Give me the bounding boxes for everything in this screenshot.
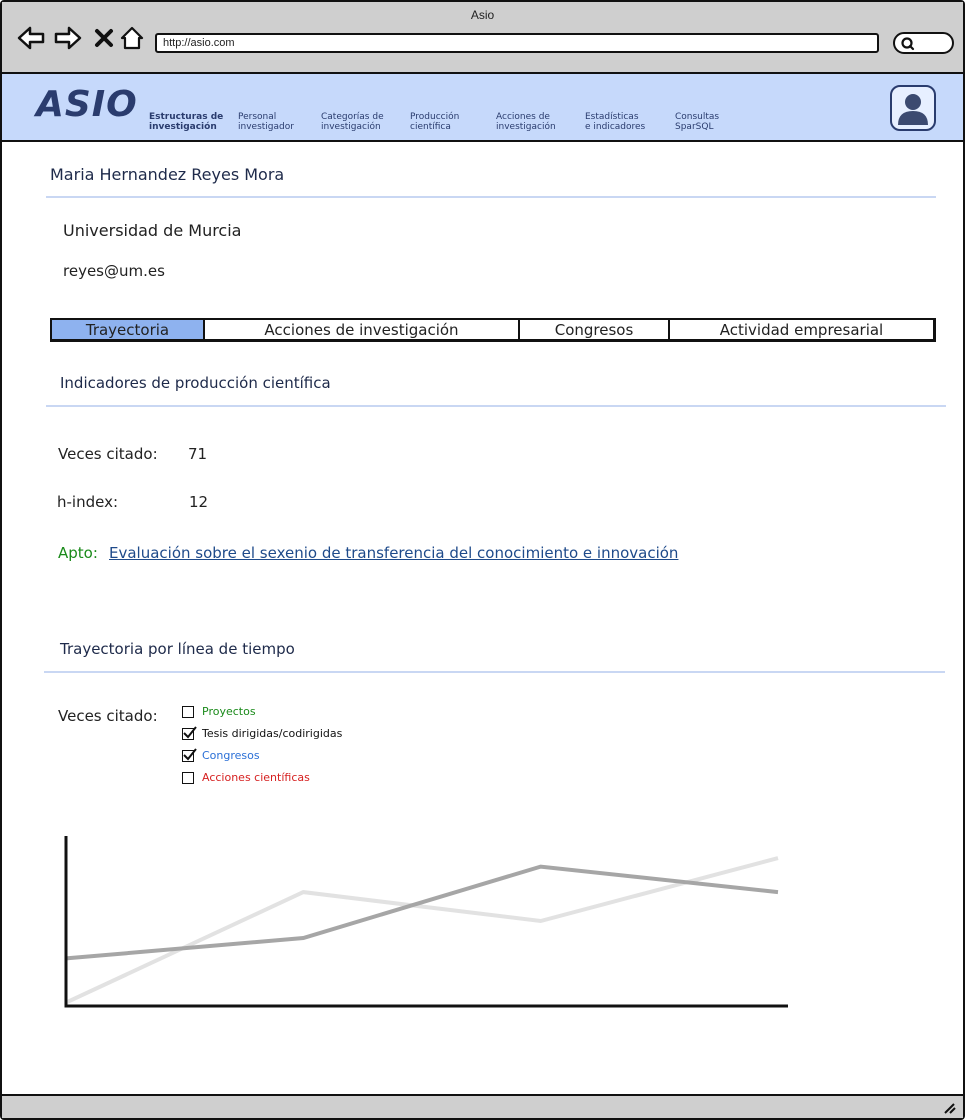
nav-estructuras[interactable]: Estructuras de investigación: [149, 112, 223, 132]
divider: [46, 196, 936, 198]
checkbox[interactable]: [182, 771, 194, 784]
filter-label: Congresos: [202, 749, 260, 762]
divider: [46, 405, 946, 407]
window-title: Asio: [470, 8, 495, 22]
browser-window: Asio http://asio.com ASIO Estructuras de…: [0, 0, 965, 1120]
filter-congresos[interactable]: Congresos: [182, 747, 260, 762]
tab-bar: Trayectoria Acciones de investigación Co…: [50, 318, 936, 342]
divider: [44, 671, 945, 673]
timeline-chart: [64, 836, 788, 1008]
checkbox-checked[interactable]: [182, 747, 197, 762]
nav-consultas[interactable]: Consultas SparSQL: [675, 112, 719, 132]
checkmark-icon: [183, 747, 197, 760]
person-name: Maria Hernandez Reyes Mora: [50, 165, 285, 184]
filter-label: Proyectos: [202, 705, 256, 718]
hindex-value: 12: [189, 493, 209, 511]
app-header: ASIO Estructuras de investigación Person…: [2, 74, 963, 142]
filter-label: Acciones científicas: [202, 771, 310, 784]
hindex-label: h-index:: [57, 493, 119, 511]
filter-proyectos[interactable]: Proyectos: [182, 705, 256, 718]
user-avatar-icon[interactable]: [890, 85, 936, 131]
citations-label: Veces citado:: [58, 445, 158, 463]
nav-estadisticas[interactable]: Estadísticas e indicadores: [585, 112, 645, 132]
app-logo[interactable]: ASIO: [36, 84, 138, 125]
email: reyes@um.es: [63, 262, 165, 280]
resize-grip-icon: [944, 1103, 956, 1114]
nav-produccion[interactable]: Producción científica: [410, 112, 459, 132]
checkbox-checked[interactable]: [182, 725, 197, 740]
nav-categorias[interactable]: Categorías de investigación: [321, 112, 384, 132]
browser-statusbar: [2, 1094, 963, 1118]
citations-value: 71: [188, 445, 208, 463]
nav-personal[interactable]: Personal investigador: [238, 112, 294, 132]
apto-label: Apto:: [58, 544, 98, 562]
tab-trayectoria[interactable]: Trayectoria: [52, 320, 205, 339]
checkbox[interactable]: [182, 705, 194, 718]
sexenio-link[interactable]: Evaluación sobre el sexenio de transfere…: [109, 544, 678, 562]
filter-label: Tesis dirigidas/codirigidas: [202, 727, 343, 740]
close-x-icon[interactable]: [89, 24, 119, 52]
tab-acciones[interactable]: Acciones de investigación: [205, 320, 520, 339]
back-arrow-icon[interactable]: [16, 24, 46, 52]
chart-axes: [64, 836, 788, 1008]
timeline-citations-label: Veces citado:: [58, 707, 158, 725]
tab-congresos[interactable]: Congresos: [520, 320, 670, 339]
filter-tesis[interactable]: Tesis dirigidas/codirigidas: [182, 725, 343, 740]
browser-search-field[interactable]: [893, 32, 954, 54]
home-icon[interactable]: [117, 24, 147, 52]
filter-acciones[interactable]: Acciones científicas: [182, 771, 310, 784]
checkmark-icon: [183, 725, 197, 738]
nav-acciones[interactable]: Acciones de investigación: [496, 112, 556, 132]
university: Universidad de Murcia: [63, 221, 242, 240]
timeline-title: Trayectoria por línea de tiempo: [60, 640, 295, 658]
series-line-0: [65, 864, 779, 961]
browser-titlebar: Asio http://asio.com: [2, 2, 963, 74]
forward-arrow-icon[interactable]: [53, 24, 83, 52]
magnifier-icon: [901, 37, 915, 51]
tab-actividad[interactable]: Actividad empresarial: [670, 320, 933, 339]
url-bar[interactable]: http://asio.com: [155, 33, 879, 53]
indicators-title: Indicadores de producción científica: [60, 374, 331, 392]
